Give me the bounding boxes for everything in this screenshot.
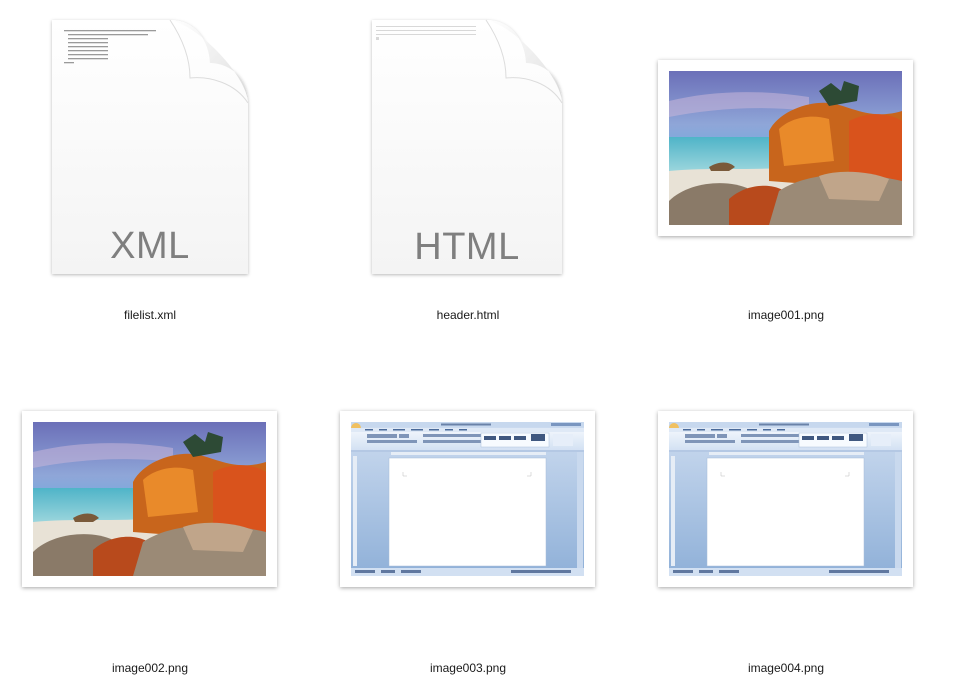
file-name: filelist.xml <box>123 308 176 322</box>
word-window-thumbnail[interactable] <box>658 411 913 587</box>
file-name: image002.png <box>111 661 189 675</box>
file-item-image001[interactable]: image001.png <box>636 0 960 340</box>
file-type-label: XML <box>110 225 190 267</box>
word-window-thumbnail[interactable] <box>340 411 595 587</box>
file-item-image004[interactable]: image004.png <box>636 395 960 683</box>
landscape-photo-thumbnail[interactable] <box>22 411 277 587</box>
file-name: image003.png <box>429 661 507 675</box>
landscape-photo-thumbnail[interactable] <box>658 60 913 236</box>
file-item-header-html[interactable]: HTML header.html <box>318 0 618 340</box>
xml-document-icon[interactable]: XML <box>50 18 250 278</box>
file-name: image001.png <box>747 308 825 322</box>
file-type-label: HTML <box>414 226 520 268</box>
file-item-image002[interactable]: image002.png <box>0 395 300 683</box>
file-name: header.html <box>436 308 500 322</box>
file-item-image003[interactable]: image003.png <box>318 395 618 683</box>
file-name: image004.png <box>747 661 825 675</box>
html-document-icon[interactable]: HTML <box>370 18 564 278</box>
file-item-filelist-xml[interactable]: XML filelist.xml <box>0 0 300 340</box>
